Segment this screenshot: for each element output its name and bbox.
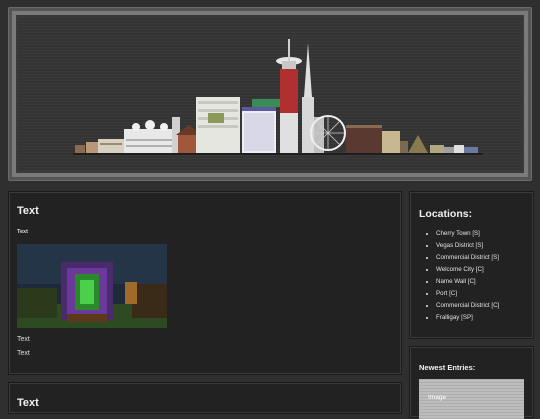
post-image[interactable] [17, 244, 167, 328]
locations-title: Locations: [419, 208, 473, 220]
city-skyline-image[interactable] [18, 17, 522, 171]
location-link[interactable]: Port [C] [436, 288, 499, 300]
newest-entries-title: Newest Entries: [419, 363, 476, 372]
image-placeholder-label: Image [428, 394, 447, 401]
header-banner [8, 7, 532, 181]
location-link[interactable]: Commercial District [C] [436, 300, 499, 312]
post-text-line-2: Text [17, 350, 30, 357]
post-2-title: Text [17, 397, 39, 409]
location-link[interactable]: Cherry Town [S] [436, 228, 499, 240]
post-panel-2: Text [8, 382, 402, 414]
post-panel: Text Text Text Text [8, 191, 402, 375]
location-link[interactable]: Name Wall [C] [436, 276, 499, 288]
post-subtitle: Text [17, 229, 28, 235]
newest-entries-panel: Newest Entries: Image [409, 346, 534, 419]
location-link[interactable]: Fralligay [SP] [436, 312, 499, 324]
post-text-line-1: Text [17, 336, 30, 343]
locations-list: Cherry Town [S] Vegas District [S] Comme… [419, 228, 499, 324]
location-link[interactable]: Welcome City [C] [436, 264, 499, 276]
location-link[interactable]: Vegas District [S] [436, 240, 499, 252]
newest-entry-image[interactable]: Image [419, 379, 524, 419]
post-title: Text [17, 205, 39, 217]
locations-panel: Locations: Cherry Town [S] Vegas Distric… [409, 191, 534, 339]
location-link[interactable]: Commercial District [S] [436, 252, 499, 264]
